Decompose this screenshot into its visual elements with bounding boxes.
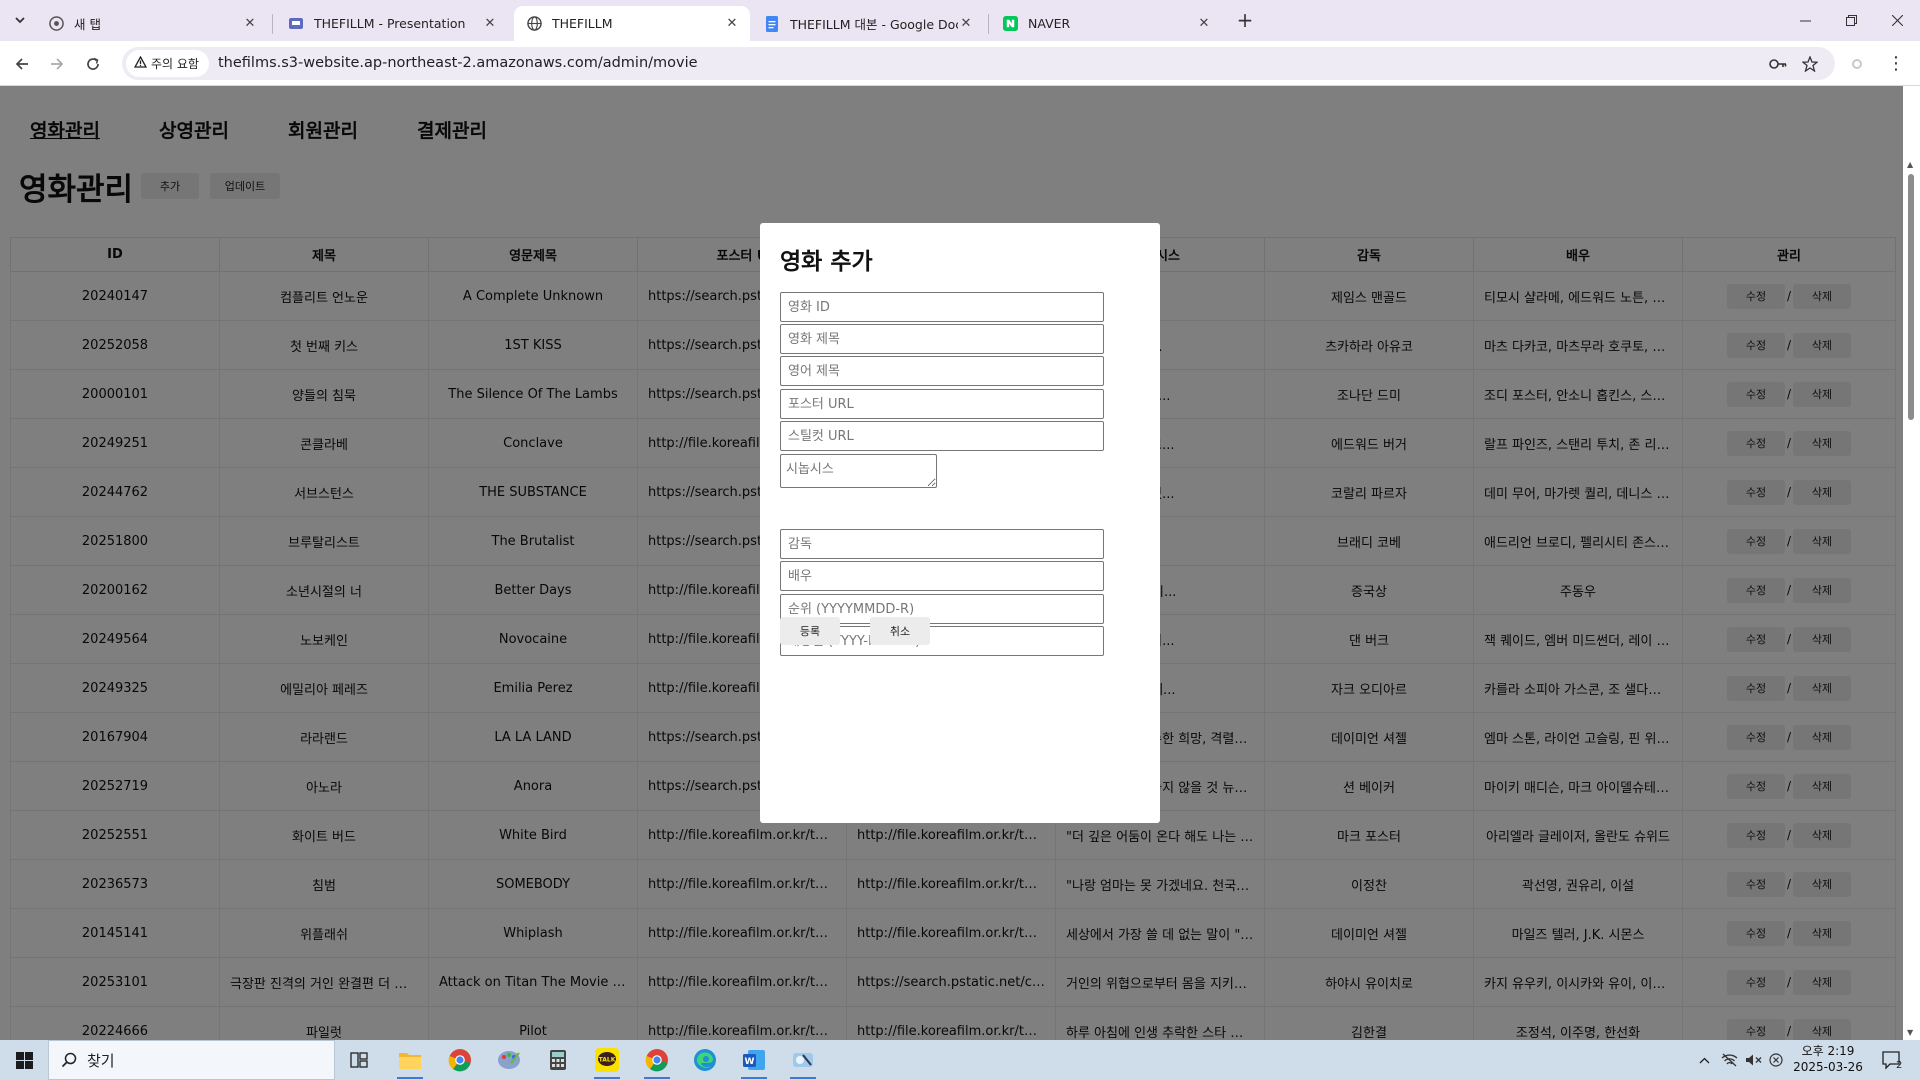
calculator-icon[interactable] bbox=[537, 1044, 579, 1076]
browser-tab-strip: 새 탭 ✕ THEFILLM - Presentation ✕ THEFILLM… bbox=[0, 0, 1920, 41]
network-disconnected-icon[interactable] bbox=[1718, 1040, 1740, 1080]
movie-title-field[interactable] bbox=[780, 324, 1104, 354]
admin-page: 영화관리 상영관리 회원관리 결제관리 영화관리 추가 업데이트 ID 제목 영… bbox=[0, 86, 1920, 1040]
chrome-icon bbox=[48, 16, 64, 32]
forward-arrow-icon[interactable] bbox=[44, 51, 70, 77]
file-explorer-icon[interactable] bbox=[389, 1044, 431, 1079]
synopsis-field[interactable] bbox=[780, 454, 937, 488]
globe-icon bbox=[526, 16, 542, 32]
address-bar[interactable]: 주의 요함 thefilms.s3-website.ap-northeast-2… bbox=[122, 47, 1835, 80]
profile-loading-icon[interactable] bbox=[1852, 59, 1862, 69]
close-window-icon[interactable] bbox=[1874, 0, 1920, 40]
edge-icon[interactable] bbox=[684, 1044, 726, 1076]
tab-title: THEFILLM 대본 - Google Docs bbox=[790, 17, 958, 32]
volume-muted-icon[interactable] bbox=[1742, 1040, 1764, 1080]
tab-presentation[interactable]: THEFILLM - Presentation ✕ bbox=[276, 6, 508, 41]
windows-start-icon[interactable] bbox=[0, 1040, 48, 1080]
new-tab-plus-icon[interactable]: + bbox=[1233, 8, 1257, 32]
clock-date: 2025-03-26 bbox=[1793, 1060, 1863, 1074]
tab-separator bbox=[272, 14, 273, 34]
system-clock[interactable]: 오후 2:19 2025-03-26 bbox=[1786, 1043, 1870, 1075]
restore-icon[interactable] bbox=[1828, 0, 1874, 40]
submit-button[interactable]: 등록 bbox=[780, 617, 840, 645]
scroll-up-icon[interactable]: ▲ bbox=[1907, 160, 1913, 169]
tab-naver[interactable]: NAVER ✕ bbox=[990, 6, 1222, 41]
tab-new-tab[interactable]: 새 탭 ✕ bbox=[36, 6, 268, 41]
search-icon bbox=[61, 1052, 77, 1068]
snipping-tool-icon[interactable] bbox=[782, 1044, 824, 1079]
notification-icon[interactable]: 2 bbox=[1872, 1040, 1912, 1080]
warning-triangle-icon bbox=[133, 55, 148, 71]
close-icon[interactable]: ✕ bbox=[958, 16, 974, 32]
movie-id-field[interactable] bbox=[780, 292, 1104, 322]
slides-icon bbox=[288, 16, 304, 32]
chevron-down-icon bbox=[15, 17, 25, 24]
windows-taskbar: 찾기 TALK W 오후 2:19 2025-03-26 2 bbox=[0, 1040, 1920, 1080]
security-label: 주의 요함 bbox=[151, 57, 199, 71]
tab-title: THEFILLM - Presentation bbox=[314, 16, 466, 31]
modal-title: 영화 추가 bbox=[780, 249, 873, 275]
word-icon[interactable]: W bbox=[733, 1044, 775, 1079]
naver-icon bbox=[1002, 16, 1018, 32]
tab-title: 새 탭 bbox=[74, 17, 101, 32]
bookmark-star-icon[interactable] bbox=[1800, 54, 1820, 74]
taskbar-search[interactable]: 찾기 bbox=[48, 1040, 335, 1080]
svg-text:W: W bbox=[745, 1057, 755, 1067]
search-placeholder: 찾기 bbox=[87, 1051, 115, 1070]
security-chip[interactable]: 주의 요함 bbox=[126, 50, 209, 77]
tray-chevron-up-icon[interactable] bbox=[1694, 1040, 1714, 1080]
close-icon[interactable]: ✕ bbox=[482, 16, 498, 32]
scroll-down-icon[interactable]: ▼ bbox=[1907, 1028, 1913, 1037]
error-circle-icon[interactable] bbox=[1766, 1040, 1786, 1080]
add-movie-modal: 영화 추가 bbox=[760, 223, 1160, 823]
close-icon[interactable]: ✕ bbox=[724, 16, 740, 32]
reload-icon[interactable] bbox=[80, 51, 106, 77]
page-scrollbar[interactable]: ▲ ▼ bbox=[1903, 86, 1920, 1040]
tab-search-button[interactable] bbox=[8, 9, 32, 31]
minimize-icon[interactable] bbox=[1782, 0, 1828, 40]
tab-google-docs[interactable]: THEFILLM 대본 - Google Docs ✕ bbox=[752, 6, 984, 41]
more-options-icon[interactable]: ⋮ bbox=[1886, 51, 1906, 75]
clock-time: 오후 2:19 bbox=[1801, 1044, 1855, 1058]
url-text[interactable]: thefilms.s3-website.ap-northeast-2.amazo… bbox=[218, 55, 698, 71]
chrome-active-icon[interactable] bbox=[636, 1044, 678, 1079]
docs-icon bbox=[764, 15, 780, 32]
tab-separator bbox=[988, 14, 989, 34]
tab-title: THEFILLM bbox=[552, 16, 613, 31]
svg-text:TALK: TALK bbox=[599, 1057, 616, 1064]
browser-toolbar: 주의 요함 thefilms.s3-website.ap-northeast-2… bbox=[0, 41, 1920, 86]
still-url-field[interactable] bbox=[780, 421, 1104, 451]
scroll-thumb[interactable] bbox=[1908, 174, 1914, 420]
kakaotalk-icon[interactable]: TALK bbox=[586, 1044, 628, 1079]
tab-title: NAVER bbox=[1028, 16, 1071, 31]
tab-thefillm[interactable]: THEFILLM ✕ bbox=[514, 6, 750, 41]
poster-url-field[interactable] bbox=[780, 389, 1104, 419]
chrome-taskbar-icon[interactable] bbox=[439, 1044, 481, 1076]
notification-count: 2 bbox=[1896, 1060, 1903, 1071]
director-field[interactable] bbox=[780, 529, 1104, 559]
cancel-button[interactable]: 취소 bbox=[870, 617, 930, 645]
back-arrow-icon[interactable] bbox=[9, 51, 35, 77]
close-icon[interactable]: ✕ bbox=[242, 16, 258, 32]
actors-field[interactable] bbox=[780, 561, 1104, 591]
password-key-icon[interactable] bbox=[1768, 54, 1788, 74]
paint-app-icon[interactable] bbox=[488, 1044, 530, 1076]
task-view-icon[interactable] bbox=[338, 1044, 380, 1076]
english-title-field[interactable] bbox=[780, 356, 1104, 386]
close-icon[interactable]: ✕ bbox=[1196, 16, 1212, 32]
